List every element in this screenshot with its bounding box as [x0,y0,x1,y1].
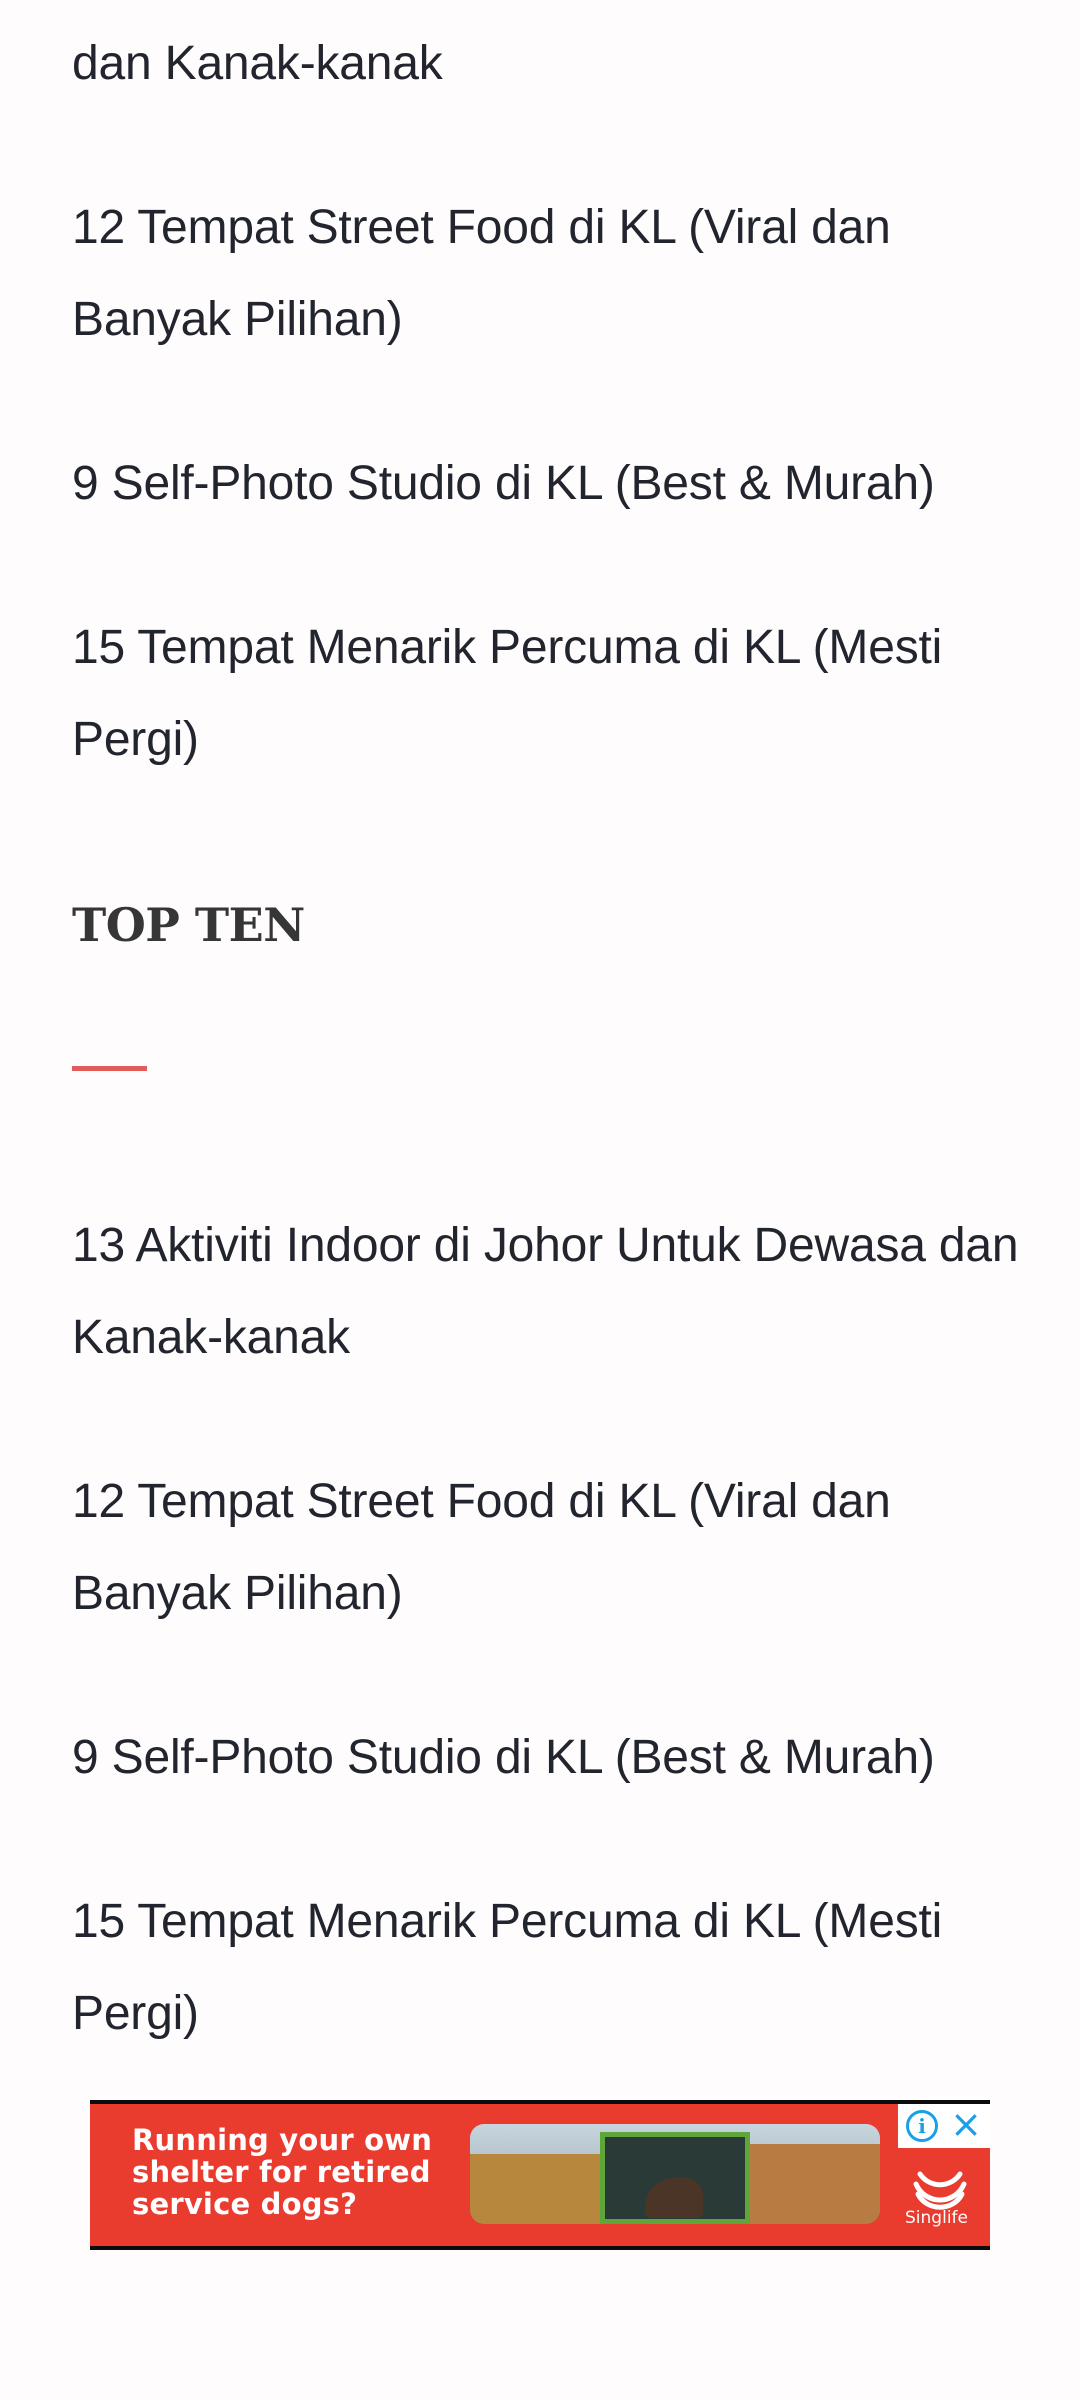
close-icon[interactable]: × [948,2105,984,2143]
list-item: 9 Self-Photo Studio di KL (Best & Murah) [72,1712,1022,1804]
list-item: 13 Aktiviti Indoor di Johor Untuk Dewasa… [72,1200,1022,1384]
post-link[interactable]: 12 Tempat Street Food di KL (Viral dan B… [72,1456,1022,1640]
ad-controls: i × [898,2104,990,2148]
top-ten-heading: TOP TEN [72,898,305,952]
ad-headline: Running your own shelter for retired ser… [132,2123,433,2221]
list-item: 12 Tempat Street Food di KL (Viral dan B… [72,182,1022,366]
recent-posts-list: 12 Tempat Street Food di KL (Viral dan B… [72,182,1022,786]
list-item: 12 Tempat Street Food di KL (Viral dan B… [72,1456,1022,1640]
ad-image [470,2124,880,2224]
ad-brand: Singlife [905,2208,968,2228]
adchoices-info-icon[interactable]: i [906,2110,938,2142]
post-link[interactable]: 13 Aktiviti Indoor di Johor Untuk Dewasa… [72,1200,1022,1384]
post-link[interactable]: 15 Tempat Menarik Percuma di KL (Mesti P… [72,1876,1022,2060]
heading-accent-divider [72,1066,147,1071]
post-link[interactable]: 9 Self-Photo Studio di KL (Best & Murah) [72,438,1022,530]
post-link[interactable]: 12 Tempat Street Food di KL (Viral dan B… [72,182,1022,366]
post-link[interactable]: 15 Tempat Menarik Percuma di KL (Mesti P… [72,602,1022,786]
list-item: 9 Self-Photo Studio di KL (Best & Murah) [72,438,1022,530]
ad-banner[interactable]: Running your own shelter for retired ser… [90,2100,990,2250]
top-ten-list: 13 Aktiviti Indoor di Johor Untuk Dewasa… [72,1200,1022,2060]
post-link-label: dan Kanak-kanak [72,37,443,90]
post-link-partial[interactable]: dan Kanak-kanak [72,18,443,110]
list-item: 15 Tempat Menarik Percuma di KL (Mesti P… [72,602,1022,786]
post-link[interactable]: 9 Self-Photo Studio di KL (Best & Murah) [72,1712,1022,1804]
list-item: 15 Tempat Menarik Percuma di KL (Mesti P… [72,1876,1022,2060]
